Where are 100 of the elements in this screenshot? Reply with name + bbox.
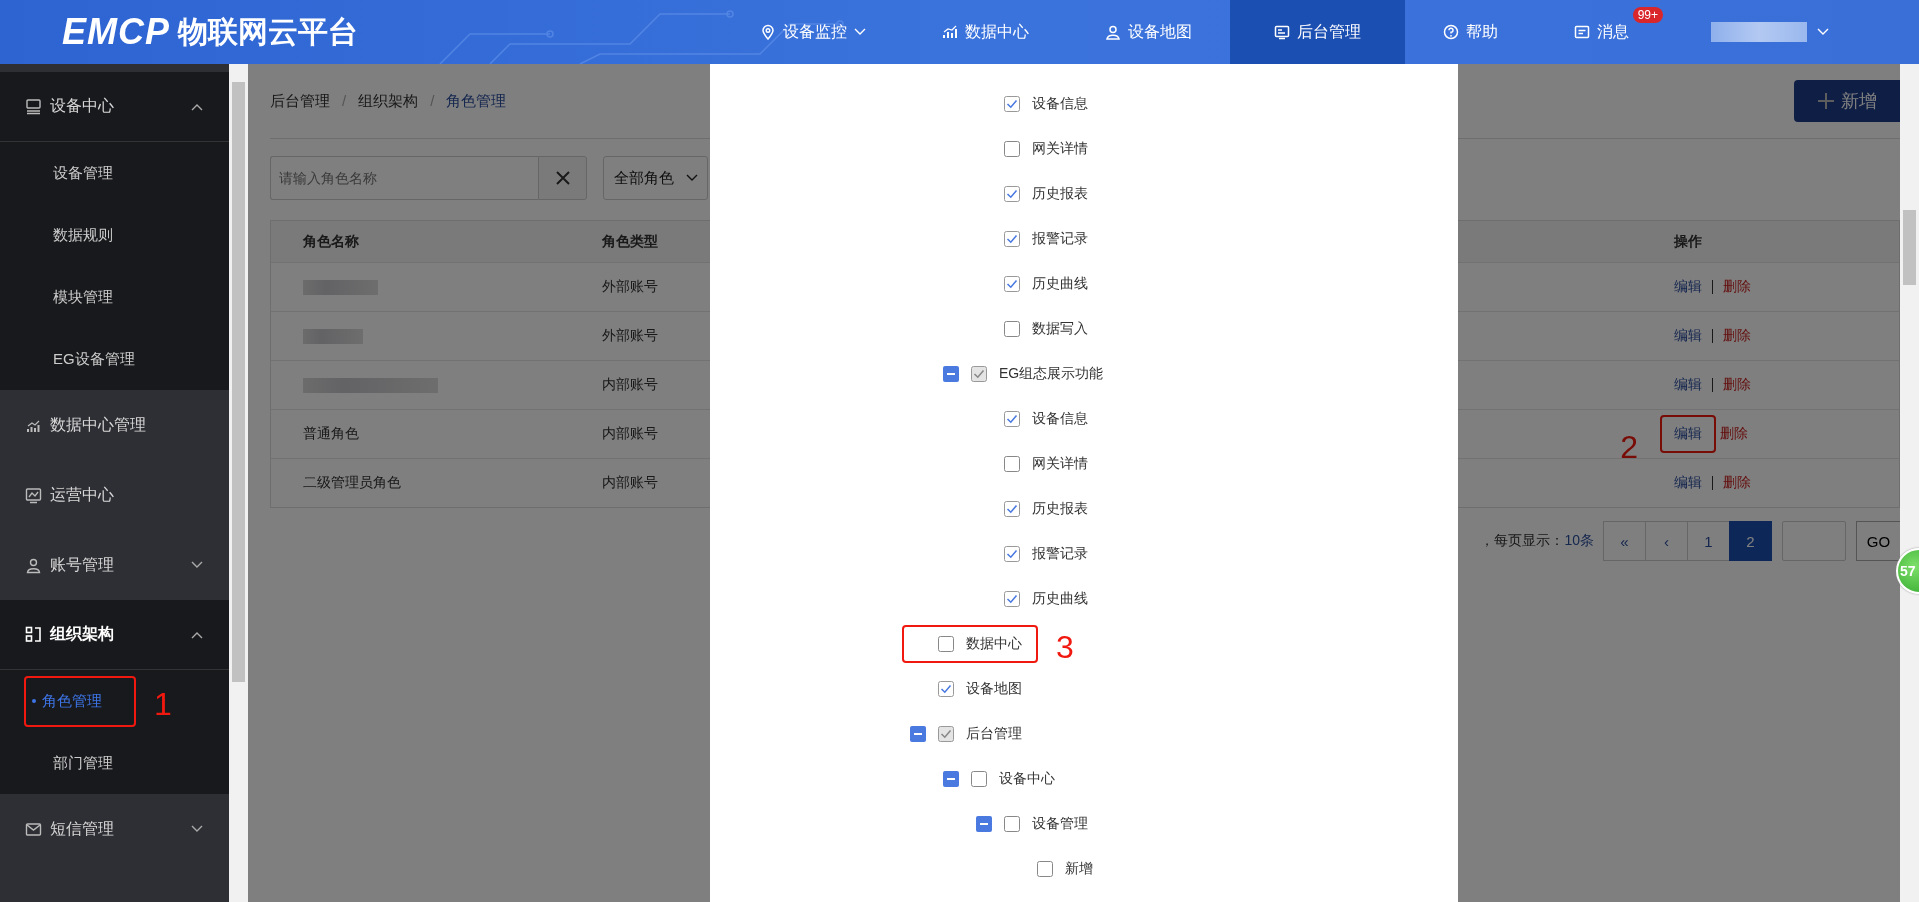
checkbox[interactable]	[1004, 815, 1020, 832]
checkbox[interactable]	[1004, 320, 1020, 337]
tree-item-label[interactable]: EG组态展示功能	[999, 364, 1104, 383]
nav-tab[interactable]: 帮助	[1405, 0, 1536, 64]
breadcrumb-separator: /	[342, 91, 347, 111]
checkbox-checked[interactable]	[1004, 590, 1020, 607]
add-button[interactable]: 新增	[1794, 80, 1900, 122]
breadcrumb-link[interactable]: 后台管理	[270, 91, 330, 111]
tree-item-label[interactable]: 设备地图	[966, 679, 1022, 698]
org-chart-icon	[25, 626, 42, 643]
table-cell: 内部账号	[602, 474, 658, 492]
breadcrumb-link[interactable]: 角色管理	[446, 91, 507, 111]
callout-number: 1	[154, 686, 172, 724]
collapse-icon[interactable]	[910, 725, 926, 742]
column-header: 角色类型	[602, 232, 658, 249]
checkbox-checked[interactable]	[938, 725, 954, 742]
edit-link[interactable]: 编辑	[1674, 327, 1702, 345]
checkbox[interactable]	[1037, 860, 1053, 877]
checkbox-checked[interactable]	[1004, 95, 1020, 112]
message-icon	[1574, 24, 1590, 40]
sidebar-item[interactable]: 部门管理	[30, 741, 113, 785]
pagination-text: ，每页显示：	[1480, 532, 1565, 548]
sidebar-item[interactable]: 模块管理	[30, 275, 113, 319]
tree-item-label[interactable]: 设备管理	[1032, 814, 1088, 833]
role-filter-dropdown[interactable]: 全部角色	[603, 156, 708, 200]
checkbox-checked[interactable]	[1004, 275, 1020, 292]
tree-item-label[interactable]: 报警记录	[1032, 229, 1088, 248]
scrollbar[interactable]	[229, 64, 248, 902]
tree-item-label[interactable]: 设备信息	[1032, 409, 1088, 428]
tree-item-label[interactable]: 数据中心	[966, 634, 1022, 653]
breadcrumb-separator: /	[430, 91, 435, 111]
checkbox[interactable]	[1004, 140, 1020, 157]
checkbox[interactable]	[971, 770, 987, 787]
scrollbar-thumb[interactable]	[232, 82, 245, 682]
checkbox[interactable]	[938, 635, 954, 652]
tree-item-label[interactable]: 后台管理	[966, 724, 1022, 743]
sidebar-item[interactable]: 设备中心	[0, 72, 229, 142]
sidebar-item[interactable]: 角色管理	[32, 677, 102, 725]
checkbox-checked[interactable]	[1004, 410, 1020, 427]
checkbox-checked[interactable]	[1004, 500, 1020, 517]
page-button[interactable]: 2	[1729, 521, 1772, 561]
page-button[interactable]: ‹	[1645, 521, 1688, 561]
page-button[interactable]: 1	[1687, 521, 1730, 561]
checkbox-checked[interactable]	[938, 680, 954, 697]
page-size: 10条	[1564, 532, 1594, 548]
sidebar-item[interactable]: 设备管理	[30, 151, 113, 195]
edit-link[interactable]: 编辑	[1674, 425, 1702, 443]
badge: 99+	[1632, 7, 1663, 23]
bar-chart-icon	[942, 24, 958, 40]
checkbox-checked[interactable]	[971, 365, 987, 382]
nav-tab[interactable]: 数据中心	[904, 0, 1067, 64]
edit-link[interactable]: 编辑	[1674, 376, 1702, 394]
logo: EMCP	[62, 11, 170, 53]
divider	[1712, 329, 1713, 343]
checkbox-checked[interactable]	[1004, 185, 1020, 202]
tree-item-label[interactable]: 历史报表	[1032, 184, 1088, 203]
page-number-field[interactable]	[1782, 521, 1846, 561]
column-header: 操作	[1674, 232, 1702, 249]
tree-item-label[interactable]: 历史曲线	[1032, 589, 1088, 608]
sidebar-item[interactable]: 数据规则	[30, 213, 113, 257]
edit-link[interactable]: 编辑	[1674, 278, 1702, 296]
nav-tab[interactable]: 消息 99+	[1536, 0, 1667, 64]
tree-item-label[interactable]: 新增	[1065, 859, 1093, 878]
tree-item-label[interactable]: 历史曲线	[1032, 274, 1088, 293]
checkbox-checked[interactable]	[1004, 545, 1020, 562]
collapse-icon[interactable]	[976, 815, 992, 832]
tree-item-label[interactable]: 报警记录	[1032, 544, 1088, 563]
tree-item-label[interactable]: 历史报表	[1032, 499, 1088, 518]
checkbox[interactable]	[1004, 455, 1020, 472]
tree-item-label[interactable]: 网关详情	[1032, 139, 1088, 158]
sidebar-item[interactable]: EG设备管理	[30, 337, 135, 381]
app-title: 物联网云平台	[178, 13, 358, 50]
bullet-dot	[32, 699, 36, 703]
tree-item-label[interactable]: 网关详情	[1032, 454, 1088, 473]
checkbox-checked[interactable]	[1004, 230, 1020, 247]
collapse-icon[interactable]	[943, 365, 959, 382]
clear-button[interactable]	[538, 156, 587, 200]
nav-tab[interactable]: 后台管理	[1230, 0, 1405, 64]
caret-icon	[685, 174, 698, 182]
breadcrumb-link[interactable]: 组织架构	[358, 91, 419, 111]
tree-item-label[interactable]: 设备中心	[999, 769, 1055, 788]
table-cell: 外部账号	[602, 278, 658, 296]
caret-icon	[1817, 28, 1829, 36]
page-button[interactable]: «	[1603, 521, 1646, 561]
table-cell: 外部账号	[602, 327, 658, 345]
divider	[1712, 280, 1713, 294]
tree-item-label[interactable]: 数据写入	[1032, 319, 1088, 338]
nav-tab[interactable]: 设备地图	[1067, 0, 1230, 64]
divider	[1712, 476, 1713, 490]
person-icon	[1105, 24, 1121, 40]
collapse-icon[interactable]	[943, 770, 959, 787]
edit-link[interactable]: 编辑	[1674, 474, 1702, 492]
divider	[1712, 378, 1713, 392]
monitor-icon	[25, 98, 42, 115]
scrollbar[interactable]	[1900, 64, 1919, 902]
nav-tab[interactable]: 设备监控	[722, 0, 904, 64]
scrollbar-thumb[interactable]	[1903, 210, 1916, 285]
tree-item-label[interactable]: 设备信息	[1032, 94, 1088, 113]
sidebar-item[interactable]: 组织架构	[0, 600, 229, 670]
search-field[interactable]: 请输入角色名称	[270, 156, 538, 200]
